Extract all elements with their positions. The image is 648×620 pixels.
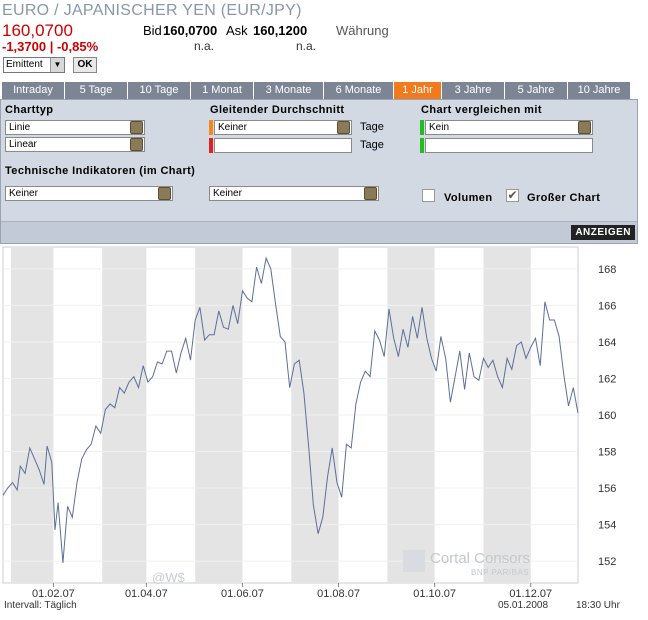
compare2-input[interactable] (425, 138, 593, 153)
tab-10-jahre[interactable]: 10 Jahre (568, 82, 630, 99)
bigchart-label: Großer Chart (527, 192, 601, 204)
watermark: @W$ (152, 570, 185, 585)
x-tick-label: 01.10.07 (413, 588, 456, 600)
issuer-select[interactable]: Emittent ▼ (3, 57, 65, 73)
interval-label: Intervall: Täglich (4, 600, 77, 611)
price-change: -1,3700 | -0,85% (2, 39, 99, 54)
currency-label: Währung (336, 23, 389, 38)
x-tick-label: 01.06.07 (221, 588, 264, 600)
tab-5-jahre[interactable]: 5 Jahre (505, 82, 568, 99)
x-tick-label: 01.04.07 (125, 588, 168, 600)
footer-date: 05.01.2008 (498, 600, 548, 611)
dropdown-knob-icon (158, 187, 171, 200)
price-chart-svg: 152 154 156 158 160 162 164 166 168 01.02.07 01.04… (2, 246, 621, 611)
scale-select[interactable]: Linear (5, 137, 145, 152)
tab-intraday[interactable]: Intraday (2, 82, 65, 99)
ma1-select[interactable]: Keiner (214, 120, 352, 135)
ma2-days-label: Tage (360, 139, 384, 151)
compare1-color-swatch (420, 120, 424, 135)
ma1-value: Keiner (218, 122, 247, 133)
y-tick-label: 152 (598, 556, 616, 568)
y-tick-label: 154 (598, 520, 616, 532)
footer-time: 18:30 Uhr (576, 600, 621, 611)
logo-icon (403, 550, 425, 572)
tab-1-jahr[interactable]: 1 Jahr (394, 82, 442, 99)
show-button[interactable]: ANZEIGEN (571, 225, 635, 240)
tab-5-tage[interactable]: 5 Tage (65, 82, 128, 99)
x-tick-label: 01.08.07 (317, 588, 360, 600)
volume-checkbox[interactable] (422, 189, 435, 202)
y-tick-label: 168 (598, 264, 616, 276)
ma2-color-swatch (209, 138, 213, 153)
checkmark-icon: ✔ (507, 188, 518, 202)
tab-6-monate[interactable]: 6 Monate (324, 82, 394, 99)
chevron-down-icon: ▼ (50, 58, 64, 72)
volume-label: Volumen (444, 192, 493, 204)
panel-button-bar: ANZEIGEN (1, 221, 637, 243)
compare1-value: Kein (429, 122, 450, 133)
compare2-color-swatch (420, 138, 424, 153)
issuer-select-value: Emittent (6, 59, 43, 70)
tab-1-monat[interactable]: 1 Monat (191, 82, 254, 99)
ma1-days-label: Tage (360, 121, 384, 133)
ask-value: 160,1200 (253, 23, 308, 38)
ask-label: Ask (226, 23, 248, 38)
y-tick-label: 166 (598, 300, 616, 312)
compare1-select[interactable]: Kein (425, 120, 593, 135)
x-tick-label: 01.12.07 (509, 588, 552, 600)
indicator2-value: Keiner (213, 188, 242, 199)
ma1-color-swatch (209, 120, 213, 135)
dropdown-knob-icon (130, 121, 143, 134)
logo-text: Cortal Consors (430, 550, 530, 567)
y-tick-label: 158 (598, 447, 616, 459)
compare-label: Chart vergleichen mit (421, 104, 542, 116)
dropdown-knob-icon (337, 121, 350, 134)
ma-label: Gleitender Durchschnitt (210, 104, 345, 116)
ask-na: n.a. (296, 39, 317, 53)
indicators-label: Technische Indikatoren (im Chart) (5, 165, 196, 177)
tab-10-tage[interactable]: 10 Tage (128, 82, 191, 99)
y-tick-label: 160 (598, 410, 616, 422)
bigchart-checkbox[interactable]: ✔ (506, 189, 519, 202)
bid-label: Bid (143, 23, 162, 38)
period-tabs: Intraday 5 Tage 10 Tage 1 Monat 3 Monate… (2, 82, 636, 99)
tab-3-monate[interactable]: 3 Monate (254, 82, 324, 99)
y-tick-label: 156 (598, 483, 616, 495)
tab-3-jahre[interactable]: 3 Jahre (442, 82, 505, 99)
logo-subtext: BNP PARIBAS (471, 568, 529, 577)
dropdown-knob-icon (130, 138, 143, 151)
instrument-title: EURO / JAPANISCHER YEN (EUR/JPY) (2, 2, 302, 19)
bid-value: 160,0700 (163, 23, 218, 38)
y-tick-label: 164 (598, 337, 616, 349)
charttyp-label: Charttyp (5, 104, 54, 116)
price-chart: 152 154 156 158 160 162 164 166 168 01.02.07 01.04… (0, 245, 648, 615)
ok-button[interactable]: OK (73, 57, 97, 73)
indicator1-value: Keiner (9, 188, 38, 199)
last-price: 160,0700 (2, 21, 73, 40)
dropdown-knob-icon (578, 121, 591, 134)
ma2-input[interactable] (214, 138, 352, 153)
indicator2-select[interactable]: Keiner (209, 186, 379, 201)
chart-settings-panel: Charttyp Linie Linear Gleitender Durchsc… (0, 99, 638, 244)
dropdown-knob-icon (364, 187, 377, 200)
charttyp-select[interactable]: Linie (5, 120, 145, 135)
x-tick-label: 01.02.07 (32, 588, 75, 600)
charttyp-value: Linie (9, 122, 31, 133)
bid-na: n.a. (194, 39, 215, 53)
indicator1-select[interactable]: Keiner (5, 186, 173, 201)
scale-value: Linear (9, 139, 37, 150)
y-tick-label: 162 (598, 373, 616, 385)
